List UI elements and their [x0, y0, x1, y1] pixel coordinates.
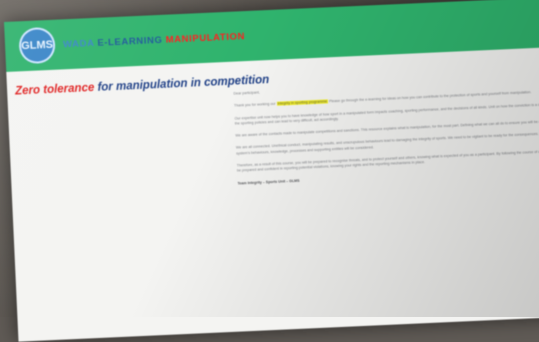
globe-logo-icon: GLMS [18, 26, 56, 65]
brand-part-1: WADA [62, 37, 95, 50]
highlighted-text: integrity in sporting programme [276, 99, 329, 107]
logo-text: GLMS [20, 38, 54, 53]
email-p1-after: Please go through the e-learning for ide… [328, 90, 532, 104]
brand-title: WADA E-LEARNING MANIPULATION [63, 31, 245, 50]
page-title: Zero tolerance for manipulation in compe… [15, 74, 270, 98]
brand-part-2: E-LEARNING [97, 34, 163, 49]
email-p1-before: Thank you for working our [233, 102, 276, 108]
email-body: Dear participant, Thank you for working … [233, 77, 539, 194]
page-title-emphasis: Zero tolerance [14, 81, 95, 98]
monitor-screen: GLMS WADA E-LEARNING MANIPULATION Zero t… [4, 0, 539, 342]
brand-part-3: MANIPULATION [165, 30, 246, 46]
